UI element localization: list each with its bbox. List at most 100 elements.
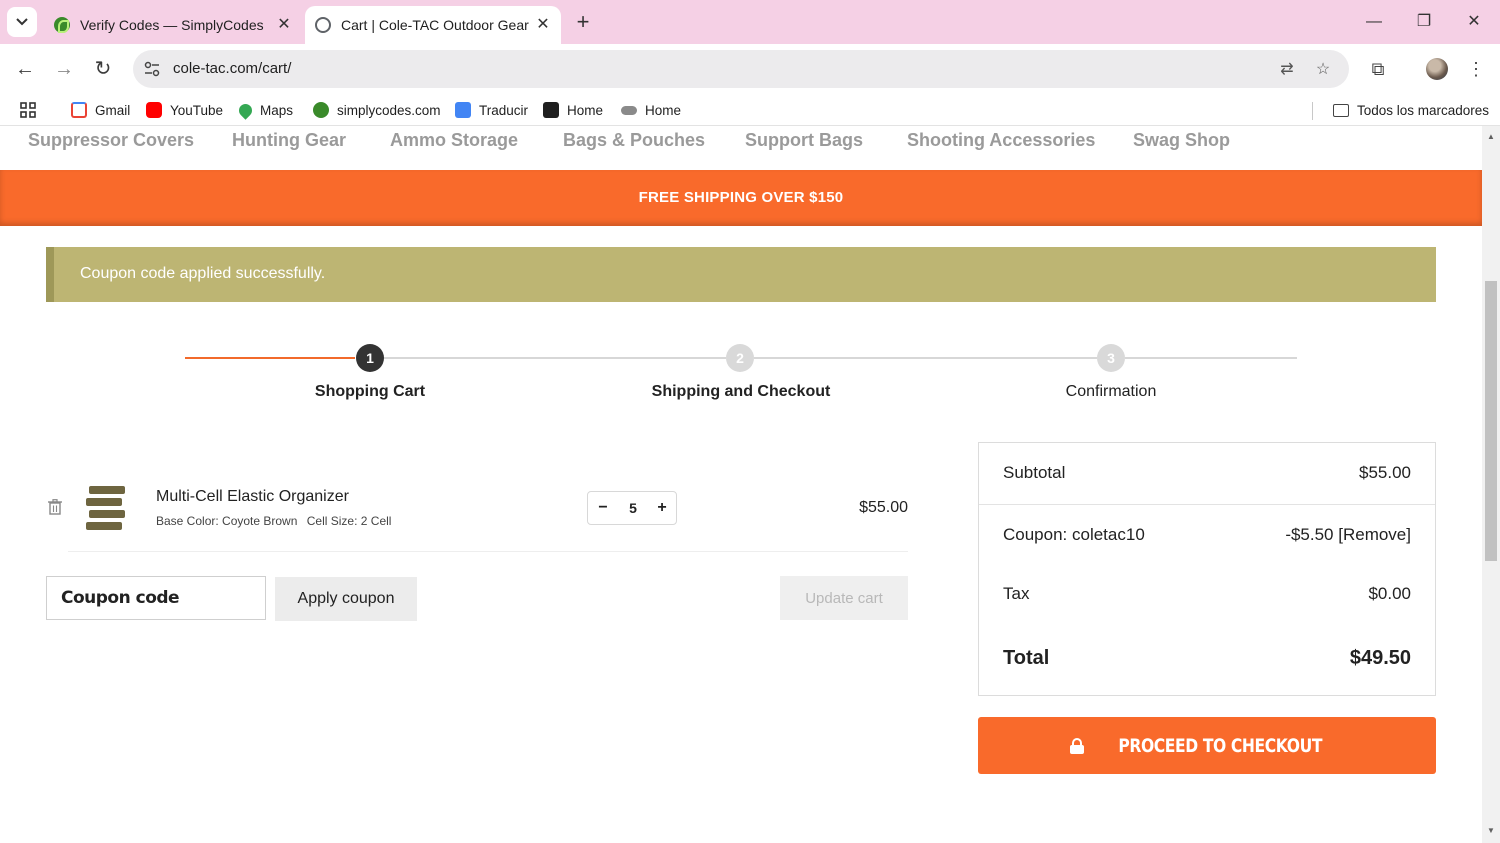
globe-favicon-icon [315,17,331,33]
nav-link-support-bags[interactable]: Support Bags [745,130,863,151]
product-base-color: Base Color: Coyote Brown [156,514,298,528]
subtotal-value: $55.00 [1359,463,1411,482]
tab-cole-tac-cart[interactable]: Cart | Cole-TAC Outdoor Gear ✕ [305,6,561,44]
step-progress-line [384,357,726,359]
increase-quantity-button[interactable]: + [648,492,676,524]
total-value: $49.50 [1349,647,1411,669]
browser-tab-strip: Verify Codes — SimplyCodes ✕ Cart | Cole… [0,0,1500,44]
bookmark-gmail[interactable]: Gmail [71,101,130,119]
new-tab-plus-icon[interactable]: + [571,11,595,35]
xbox-icon [543,102,559,118]
coupon-success-notice: Coupon code applied successfully. [46,247,1436,302]
nav-link-bags-pouches[interactable]: Bags & Pouches [563,130,705,151]
step-1-label: Shopping Cart [314,383,426,400]
profile-avatar[interactable] [1426,58,1448,80]
bookmark-label: Maps [260,102,294,118]
quantity-value[interactable]: 5 [618,492,648,524]
close-window-icon[interactable]: ✕ [1462,10,1486,34]
trash-icon[interactable] [48,499,62,515]
cart-totals-panel: Subtotal $55.00 Coupon: coletac10 -$5.50… [978,442,1436,696]
more-menu-icon[interactable]: ⋮ [1464,57,1488,81]
bookmarks-divider [1312,102,1313,120]
total-label: Total [1003,647,1050,669]
free-shipping-banner: FREE SHIPPING OVER $150 [0,170,1482,226]
bookmark-label: Traducir [479,102,529,118]
totals-divider [979,504,1435,505]
translate-icon [455,102,471,118]
restore-window-icon[interactable]: ❐ [1412,10,1436,34]
row-divider [68,551,908,552]
bookmark-label: Gmail [95,102,131,118]
coupon-remove-link[interactable]: -$5.50 [Remove] [1285,525,1411,545]
extensions-puzzle-icon[interactable]: ⧉ [1366,57,1390,81]
step-1-marker: 1 [356,344,384,372]
bookmark-home-xbox[interactable]: Home [543,101,603,119]
notice-text: Coupon code applied successfully. [80,265,326,282]
apps-grid-icon[interactable] [20,101,36,119]
address-bar[interactable]: cole-tac.com/cart/ ⇄ ☆ [133,50,1349,88]
coupon-code-input[interactable] [46,576,266,620]
back-arrow-icon[interactable]: ← [12,56,38,82]
step-progress-line [754,357,1097,359]
translate-page-icon[interactable]: ⇄ [1276,59,1298,81]
tax-label: Tax [1003,584,1030,603]
reload-icon[interactable]: ↻ [90,56,116,82]
line-item-price: $55.00 [859,499,908,516]
nav-link-hunting-gear[interactable]: Hunting Gear [232,130,346,151]
apply-coupon-button[interactable]: Apply coupon [275,577,417,621]
minimize-icon[interactable]: — [1362,10,1386,34]
bookmark-star-icon[interactable]: ☆ [1312,59,1334,81]
page-content: Suppressor Covers Hunting Gear Ammo Stor… [0,126,1482,843]
bookmark-home-cloud[interactable]: Home [621,101,681,119]
subtotal-label: Subtotal [1003,463,1066,482]
update-cart-button[interactable]: Update cart [780,576,908,620]
page-scrollbar[interactable]: ▲ ▼ [1482,126,1500,843]
simplycodes-favicon-icon [54,17,70,33]
decrease-quantity-button[interactable]: − [589,492,617,524]
bookmarks-bar: Gmail YouTube Maps simplycodes.com Tradu… [0,94,1500,126]
lock-icon [1069,737,1084,754]
url-text: cole-tac.com/cart/ [173,60,292,77]
product-thumbnail[interactable] [86,484,130,530]
bookmark-maps[interactable]: Maps [236,100,294,120]
youtube-icon [146,102,162,118]
product-name[interactable]: Multi-Cell Elastic Organizer [156,488,349,506]
nav-link-swag-shop[interactable]: Swag Shop [1133,130,1230,151]
site-settings-icon[interactable] [143,60,161,78]
step-2-marker: 2 [726,344,754,372]
folder-icon [1333,103,1349,117]
tab-search-button[interactable] [7,7,37,37]
tab-simplycodes[interactable]: Verify Codes — SimplyCodes ✕ [44,6,302,44]
close-tab-icon[interactable]: ✕ [533,15,553,35]
scrollbar-thumb[interactable] [1485,281,1497,561]
step-progress-line [1125,357,1297,359]
proceed-to-checkout-button[interactable]: PROCEED TO CHECKOUT [978,717,1436,774]
forward-arrow-icon[interactable]: → [51,56,77,82]
cloud-icon [621,105,637,115]
scroll-up-arrow-icon[interactable]: ▲ [1486,132,1496,141]
browser-toolbar: ← → ↻ cole-tac.com/cart/ ⇄ ☆ ⧉ ⋮ [0,44,1500,94]
tax-value: $0.00 [1368,584,1411,603]
nav-link-suppressor-covers[interactable]: Suppressor Covers [28,130,194,151]
all-bookmarks-label: Todos los marcadores [1357,102,1490,118]
bookmark-simplycodes[interactable]: simplycodes.com [313,101,441,119]
nav-link-shooting-accessories[interactable]: Shooting Accessories [907,130,1095,151]
chevron-down-icon [16,18,28,26]
bookmark-label: Home [645,102,682,118]
tab-title: Cart | Cole-TAC Outdoor Gear [341,17,529,33]
product-cell-size: Cell Size: 2 Cell [306,514,392,528]
bookmark-youtube[interactable]: YouTube [146,101,223,119]
banner-text: FREE SHIPPING OVER $150 [638,189,844,206]
simplycodes-icon [313,102,329,118]
nav-link-ammo-storage[interactable]: Ammo Storage [390,130,518,151]
step-2-label: Shipping and Checkout [651,383,831,400]
scroll-down-arrow-icon[interactable]: ▼ [1486,826,1496,835]
close-tab-icon[interactable]: ✕ [274,15,294,35]
gmail-icon [71,102,87,118]
maps-icon [236,100,255,120]
bookmark-label: YouTube [170,102,224,118]
bookmark-traducir[interactable]: Traducir [455,101,528,119]
all-bookmarks-button[interactable]: Todos los marcadores [1333,101,1489,119]
step-3-marker: 3 [1097,344,1125,372]
tab-title: Verify Codes — SimplyCodes [80,17,264,33]
